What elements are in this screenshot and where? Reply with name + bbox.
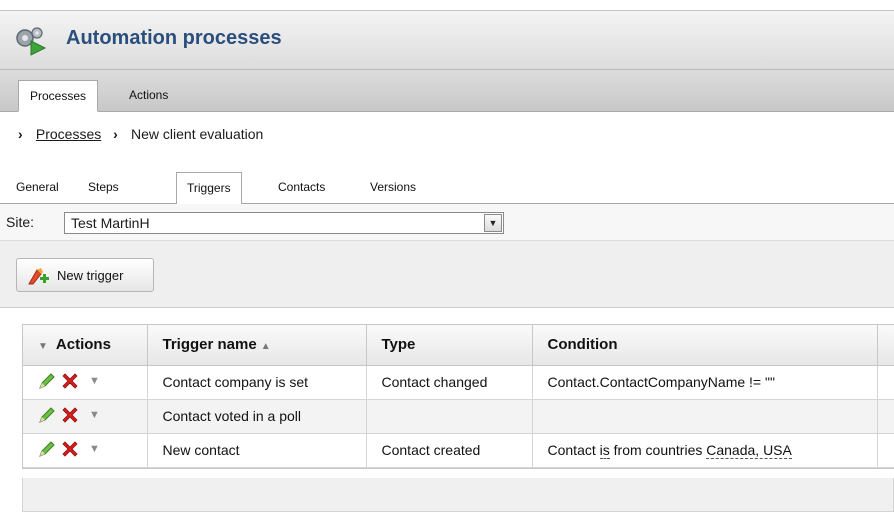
breadcrumb: › Processes › New client evaluation: [18, 126, 263, 142]
edit-pencil-icon[interactable]: [37, 439, 57, 459]
cell-trigger-name: Contact voted in a poll: [147, 399, 367, 434]
tab-steps[interactable]: Steps: [78, 172, 129, 204]
page-title: Automation processes: [66, 27, 282, 49]
cell-type: Contact created: [366, 433, 533, 468]
grid-footer: [22, 478, 894, 512]
tab-general[interactable]: General: [6, 172, 69, 204]
tab-actions[interactable]: Actions: [118, 80, 179, 112]
sub-tab-bar: General Steps Triggers Contacts Versions: [0, 168, 894, 205]
column-header-actions[interactable]: ▼ Actions: [23, 325, 148, 366]
sort-ascending-icon: ▲: [260, 341, 271, 353]
cell-filler: [877, 433, 894, 468]
delete-icon[interactable]: [60, 371, 80, 391]
chevron-down-icon[interactable]: ▼: [89, 375, 100, 387]
cell-trigger-name: New contact: [147, 433, 367, 468]
tab-versions[interactable]: Versions: [360, 172, 426, 204]
grid-header-row: ▼ Actions Trigger name ▲ Type Condition: [23, 325, 894, 366]
site-selector-row: Site: Test MartinH ▼: [0, 204, 894, 240]
chevron-down-icon[interactable]: ▼: [89, 409, 100, 421]
chevron-down-icon: ▼: [38, 341, 48, 353]
cell-condition: Contact is from countries Canada, USA: [532, 433, 878, 468]
tab-triggers[interactable]: Triggers: [176, 172, 242, 205]
site-select[interactable]: Test MartinH ▼: [64, 212, 504, 234]
column-header-trigger-name[interactable]: Trigger name ▲: [147, 325, 367, 366]
chevron-right-icon: ›: [18, 126, 23, 142]
row-actions: ▼: [23, 365, 148, 400]
top-tab-bar: Processes Actions: [0, 70, 894, 112]
triggers-grid: ▼Actions Trigger name▲ Type Condition: [22, 324, 894, 469]
header-actions-bar: New trigger: [0, 240, 894, 308]
row-actions: ▼: [23, 399, 148, 434]
edit-pencil-icon[interactable]: [37, 371, 57, 391]
cell-condition: [532, 399, 878, 434]
chevron-right-icon: ›: [113, 126, 118, 142]
column-header-filler: [877, 325, 894, 366]
cell-filler: [877, 399, 894, 434]
tab-contacts[interactable]: Contacts: [268, 172, 335, 204]
condition-macro-countries: Canada, USA: [706, 442, 792, 459]
breadcrumb-current: New client evaluation: [131, 126, 264, 142]
delete-icon[interactable]: [60, 439, 80, 459]
new-trigger-button[interactable]: New trigger: [16, 258, 154, 292]
cell-condition: Contact.ContactCompanyName != "": [532, 365, 878, 400]
condition-macro-is: is: [599, 442, 610, 459]
chevron-down-icon[interactable]: ▼: [89, 443, 100, 455]
cell-type: Contact changed: [366, 365, 533, 400]
cell-filler: [877, 365, 894, 400]
page-header: Automation processes: [0, 10, 894, 70]
new-trigger-icon: [28, 268, 49, 285]
cell-trigger-name: Contact company is set: [147, 365, 367, 400]
table-row: ▼ New contact Contact created Contact is…: [23, 433, 894, 468]
site-label: Site:: [6, 214, 35, 230]
row-actions: ▼: [23, 433, 148, 468]
cell-type: [366, 399, 533, 434]
gears-play-icon: [16, 27, 47, 56]
column-header-type[interactable]: Type: [366, 325, 533, 366]
edit-pencil-icon[interactable]: [37, 405, 57, 425]
new-trigger-label: New trigger: [57, 268, 124, 283]
delete-icon[interactable]: [60, 405, 80, 425]
breadcrumb-processes-link[interactable]: Processes: [36, 126, 101, 142]
column-header-condition[interactable]: Condition: [532, 325, 878, 366]
dropdown-arrow-icon[interactable]: ▼: [484, 214, 502, 232]
table-row: ▼ Contact company is set Contact changed…: [23, 365, 894, 400]
table-row: ▼ Contact voted in a poll: [23, 399, 894, 434]
tab-processes[interactable]: Processes: [18, 80, 99, 112]
site-select-value: Test MartinH: [71, 215, 150, 231]
